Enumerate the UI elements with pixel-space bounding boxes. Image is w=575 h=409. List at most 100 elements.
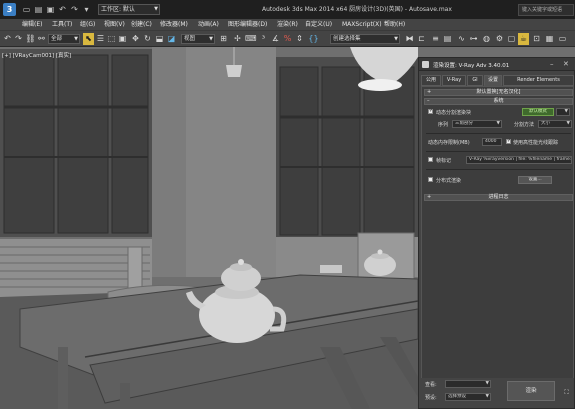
tab-gi[interactable]: GI — [467, 75, 483, 86]
frame-stamp-checkbox[interactable] — [428, 157, 433, 162]
curve-editor-icon[interactable]: ∿ — [456, 33, 467, 45]
window-title: Autodesk 3ds Max 2014 x64 厨房设计(3D)(英国) -… — [262, 6, 452, 13]
sequence-label: 序列 — [438, 122, 449, 128]
close-icon[interactable]: ✕ — [563, 59, 569, 69]
render-setup-icon[interactable]: ⚙ — [494, 33, 505, 45]
tab-render-elements[interactable]: Render Elements — [503, 75, 574, 86]
undo-icon[interactable]: ↶ — [58, 5, 67, 14]
split-method-label: 分割方法 — [514, 122, 535, 128]
chevron-down-icon: ▼ — [74, 36, 78, 42]
link-icon[interactable]: ⛓ — [25, 33, 36, 45]
select-scale-icon[interactable]: ⬓ — [154, 33, 165, 45]
menu-views[interactable]: 视图(V) — [104, 19, 125, 30]
select-rotate-icon[interactable]: ↻ — [142, 33, 153, 45]
menu-modifiers[interactable]: 修改器(M) — [160, 19, 188, 30]
undo-toolbar-icon[interactable]: ↶ — [2, 33, 13, 45]
keyboard-shortcut-icon[interactable]: ⌨ — [245, 33, 257, 45]
distributed-render-checkbox[interactable] — [428, 177, 433, 182]
schematic-view-icon[interactable]: ⊶ — [468, 33, 479, 45]
chevron-down-icon: ▼ — [496, 121, 500, 126]
vray-frame-buffer-icon[interactable]: ▭ — [557, 33, 568, 45]
rollout-log[interactable]: + 进程日志 — [424, 194, 573, 201]
dynamic-memory-label: 动态内存限制(MB) — [428, 140, 470, 146]
project-folder-icon[interactable]: ▾ — [82, 5, 91, 14]
angle-snap-icon[interactable]: ∡ — [270, 33, 281, 45]
snaps-toggle-icon[interactable]: ³ — [258, 33, 269, 45]
named-selection-dropdown[interactable]: 创建选择集 ▼ — [330, 34, 400, 44]
place-icon[interactable]: ◪ — [166, 33, 177, 45]
rect-selection-icon[interactable]: ⬚ — [106, 33, 117, 45]
render-activeshade-icon[interactable]: ▦ — [544, 33, 555, 45]
minus-icon: – — [427, 98, 430, 104]
menu-group[interactable]: 组(G) — [80, 19, 95, 30]
select-object-icon[interactable]: ⬉ — [83, 33, 94, 45]
align-icon[interactable]: ⊏ — [416, 33, 427, 45]
layer-manager-icon[interactable]: ≡ — [430, 33, 441, 45]
viewport-label[interactable]: [+] [VRayCam001] [真实] — [2, 51, 71, 59]
view-dropdown[interactable]: ▼ — [445, 380, 491, 388]
material-editor-icon[interactable]: ◍ — [481, 33, 492, 45]
select-by-name-icon[interactable]: ☰ — [95, 33, 106, 45]
rollout-default-displacement[interactable]: + 默认置换[无名汉化] — [424, 89, 573, 96]
render-iterative-icon[interactable]: ⊡ — [531, 33, 542, 45]
workspace-dropdown[interactable]: 工作区: 默认 ▼ — [98, 4, 160, 15]
minimize-icon[interactable]: – — [550, 59, 554, 69]
window-crossing-icon[interactable]: ▣ — [117, 33, 128, 45]
tab-common[interactable]: 公用 — [421, 75, 441, 86]
distributed-render-label: 分布式渲染 — [436, 178, 462, 184]
app-logo-icon[interactable]: 3 — [3, 3, 16, 16]
tab-settings[interactable]: 设置 — [484, 75, 502, 86]
dialog-title-bar[interactable]: 渲染设置: V-Ray Adv 3.40.01 – ✕ — [419, 58, 575, 71]
percent-snap-icon[interactable]: % — [282, 33, 293, 45]
menu-tools[interactable]: 工具(T) — [52, 19, 72, 30]
menu-edit[interactable]: 编辑(E) — [22, 19, 42, 30]
menu-maxscript[interactable]: MAXScript(X) — [342, 19, 382, 30]
rendered-frame-window-icon[interactable]: ▢ — [506, 33, 517, 45]
preset-dropdown[interactable]: 选择预设 ▼ — [445, 393, 491, 401]
menu-rendering[interactable]: 渲染(R) — [277, 19, 298, 30]
chevron-down-icon: ▼ — [566, 121, 570, 126]
rollout-default-displacement-label: 默认置换[无名汉化] — [476, 89, 521, 95]
redo-icon[interactable]: ↷ — [70, 5, 79, 14]
pivot-center-icon[interactable]: ⊞ — [218, 33, 229, 45]
mode-menu-dropdown[interactable]: ▼ — [556, 108, 570, 116]
divider — [426, 151, 571, 152]
graphite-ribbon-icon[interactable]: ▤ — [442, 33, 453, 45]
menu-help[interactable]: 帮助(H) — [384, 19, 405, 30]
menu-customize[interactable]: 自定义(U) — [305, 19, 332, 30]
rollout-system-label: 系统 — [493, 98, 504, 104]
mirror-icon[interactable]: ⧓ — [404, 33, 415, 45]
menu-animation[interactable]: 动画(A) — [198, 19, 219, 30]
selection-filter-dropdown[interactable]: 全部 ▼ — [48, 34, 80, 44]
distributed-settings-button[interactable]: 设置... — [518, 176, 552, 184]
search-input[interactable]: 键入关键字或短语 — [518, 4, 574, 16]
dynamic-memory-input[interactable]: 4000 — [482, 138, 502, 146]
rollout-system[interactable]: – 系统 — [424, 98, 573, 105]
redo-toolbar-icon[interactable]: ↷ — [13, 33, 24, 45]
tab-vray[interactable]: V-Ray — [442, 75, 466, 86]
open-file-icon[interactable]: ▤ — [34, 5, 43, 14]
select-move-icon[interactable]: ✥ — [130, 33, 141, 45]
spinner-snap-icon[interactable]: ⇕ — [294, 33, 305, 45]
edit-named-selection-icon[interactable]: {} — [308, 33, 319, 45]
select-manipulate-icon[interactable]: ✢ — [232, 33, 243, 45]
use-high-perf-checkbox[interactable]: ✓ — [506, 139, 511, 144]
lock-icon[interactable]: ⛶ — [561, 387, 572, 399]
default-mode-button[interactable]: 默认模式 — [522, 108, 554, 116]
save-file-icon[interactable]: ▣ — [46, 5, 55, 14]
sequence-dropdown[interactable]: 三角剖分 ▼ — [452, 120, 502, 128]
reference-coordinate-dropdown[interactable]: 视图 ▼ — [181, 34, 215, 44]
frame-stamp-input[interactable]: V-Ray %vrayversion | file: %filename | f… — [466, 156, 572, 164]
chevron-down-icon: ▼ — [394, 36, 398, 42]
menu-create[interactable]: 创建(C) — [131, 19, 152, 30]
unlink-icon[interactable]: ⚯ — [36, 33, 47, 45]
render-production-icon[interactable]: ☕ — [518, 33, 529, 45]
menu-graph-editors[interactable]: 图形编辑器(D) — [228, 19, 267, 30]
dynamic-split-checkbox[interactable]: ✓ — [428, 109, 433, 114]
new-file-icon[interactable]: ▭ — [22, 5, 31, 14]
render-button[interactable]: 渲染 — [507, 381, 555, 401]
split-method-dropdown[interactable]: 大小 ▼ — [538, 120, 572, 128]
use-high-perf-label: 使用高性能光线跟踪 — [513, 140, 559, 146]
named-selection-placeholder: 创建选择集 — [333, 36, 361, 42]
preset-label: 预设: — [425, 395, 437, 401]
